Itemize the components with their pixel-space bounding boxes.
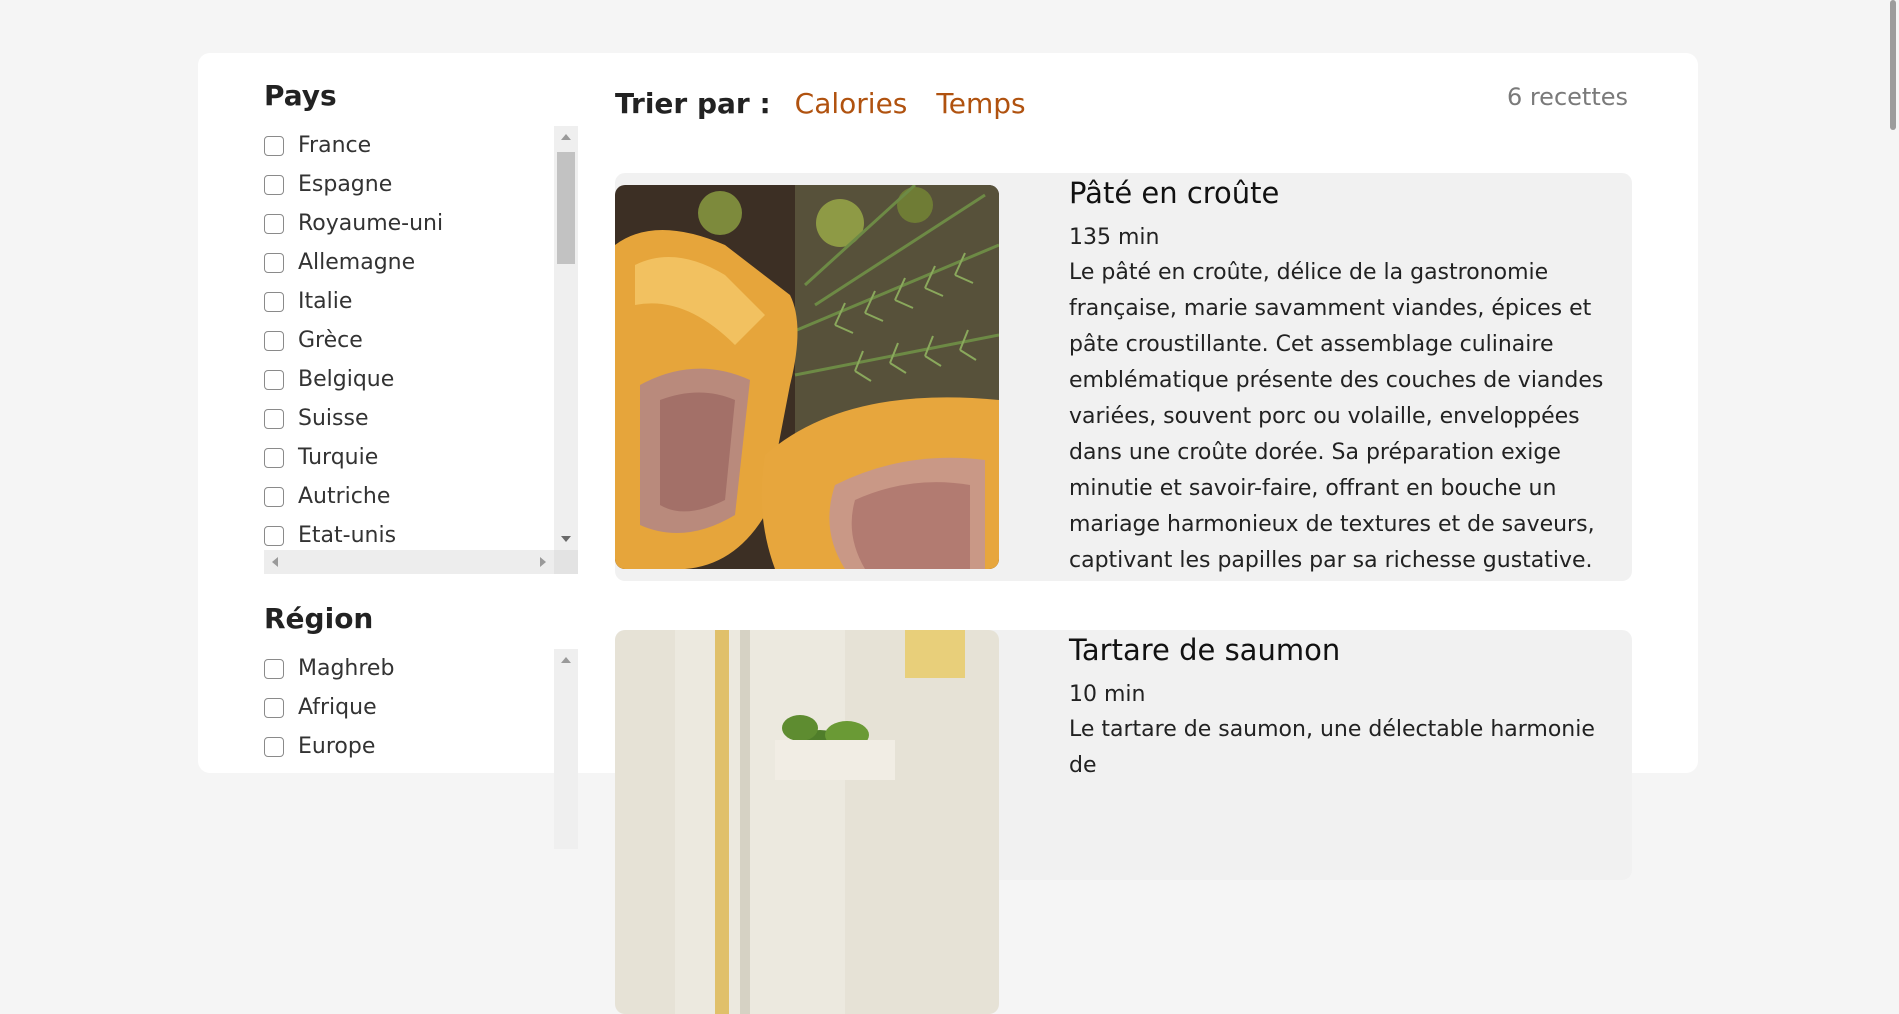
filter-item-maghreb[interactable]: Maghreb: [264, 649, 554, 688]
scroll-thumb[interactable]: [557, 152, 575, 264]
recipe-count: 6 recettes: [1506, 83, 1628, 111]
scroll-left-icon[interactable]: [272, 557, 278, 567]
recipe-image-tartare-de-saumon[interactable]: [615, 630, 999, 1014]
checkbox[interactable]: [264, 291, 284, 312]
vertical-scrollbar[interactable]: [554, 649, 578, 849]
filter-list-pays: France Espagne Royaume-uni Allemagne Ita…: [264, 126, 554, 550]
checkbox[interactable]: [264, 252, 284, 273]
checkbox[interactable]: [264, 213, 284, 234]
filter-label: Etat-unis: [298, 523, 397, 548]
scroll-up-icon[interactable]: [561, 657, 571, 663]
checkbox[interactable]: [264, 408, 284, 429]
checkbox[interactable]: [264, 174, 284, 195]
filter-item-afrique[interactable]: Afrique: [264, 688, 554, 727]
filter-item-belgique[interactable]: Belgique: [264, 360, 554, 399]
recipe-image-pate-en-croute[interactable]: [615, 185, 999, 569]
filter-label: Belgique: [298, 367, 395, 392]
recipe-card[interactable]: Pâté en croûte 135 min Le pâté en croûte…: [615, 173, 1632, 581]
recipe-description: Le tartare de saumon, une délectable har…: [1069, 717, 1595, 778]
recipe-card[interactable]: Tartare de saumon 10 min Le tartare de s…: [615, 630, 1632, 1014]
tartare-de-saumon-illustration: [615, 630, 999, 1014]
filter-item-turquie[interactable]: Turquie: [264, 438, 554, 477]
vertical-scrollbar[interactable]: [554, 126, 578, 550]
filter-item-italie[interactable]: Italie: [264, 282, 554, 321]
sort-temps-link[interactable]: Temps: [936, 87, 1025, 120]
checkbox[interactable]: [264, 658, 284, 679]
recipe-title[interactable]: Pâté en croûte: [1069, 173, 1617, 213]
filter-label: Turquie: [298, 445, 379, 470]
filter-item-allemagne[interactable]: Allemagne: [264, 243, 554, 282]
filter-list-region: Maghreb Afrique Europe: [264, 649, 554, 849]
scroll-right-icon[interactable]: [540, 557, 546, 567]
filter-label: Suisse: [298, 406, 369, 431]
filter-label: Espagne: [298, 172, 393, 197]
filter-item-france[interactable]: France: [264, 126, 554, 165]
filter-title-region: Région: [264, 602, 374, 635]
checkbox[interactable]: [264, 447, 284, 468]
scroll-down-icon[interactable]: [561, 536, 571, 542]
filter-label: France: [298, 133, 372, 158]
filter-label: Autriche: [298, 484, 391, 509]
filter-label: Italie: [298, 289, 353, 314]
filter-label: Grèce: [298, 328, 363, 353]
filter-box-pays: France Espagne Royaume-uni Allemagne Ita…: [264, 126, 578, 574]
checkbox[interactable]: [264, 135, 284, 156]
filter-box-region: Maghreb Afrique Europe: [264, 649, 578, 849]
recipe-time: 135 min: [1069, 225, 1160, 250]
checkbox[interactable]: [264, 736, 284, 757]
recipe-title[interactable]: Tartare de saumon: [1069, 630, 1617, 670]
filter-item-royaume-uni[interactable]: Royaume-uni: [264, 204, 554, 243]
filter-label: Maghreb: [298, 656, 395, 681]
filter-item-grece[interactable]: Grèce: [264, 321, 554, 360]
filter-label: Europe: [298, 734, 376, 759]
sort-label: Trier par :: [615, 86, 771, 120]
checkbox[interactable]: [264, 330, 284, 351]
scroll-up-icon[interactable]: [561, 134, 571, 140]
filter-label: Royaume-uni: [298, 211, 444, 236]
checkbox[interactable]: [264, 486, 284, 507]
filter-item-suisse[interactable]: Suisse: [264, 399, 554, 438]
page-scroll-thumb[interactable]: [1890, 0, 1896, 130]
checkbox[interactable]: [264, 525, 284, 546]
filter-item-etat-unis[interactable]: Etat-unis: [264, 516, 554, 550]
pate-en-croute-illustration: [615, 185, 999, 569]
sort-calories-link[interactable]: Calories: [795, 87, 908, 120]
recipe-description: Le pâté en croûte, délice de la gastrono…: [1069, 260, 1604, 573]
filter-item-espagne[interactable]: Espagne: [264, 165, 554, 204]
recipe-body: Tartare de saumon 10 min Le tartare de s…: [1069, 630, 1617, 784]
recipe-time: 10 min: [1069, 682, 1146, 707]
page-scrollbar[interactable]: [1887, 0, 1899, 748]
scrollbar-corner: [554, 550, 578, 574]
checkbox[interactable]: [264, 369, 284, 390]
horizontal-scrollbar[interactable]: [264, 550, 554, 574]
main-card: Pays France Espagne Royaume-uni Allemagn…: [198, 53, 1698, 1014]
sort-bar: Trier par : Calories Temps: [615, 81, 1055, 125]
filter-title-pays: Pays: [264, 79, 337, 112]
filter-label: Afrique: [298, 695, 377, 720]
checkbox[interactable]: [264, 697, 284, 718]
filter-item-europe[interactable]: Europe: [264, 727, 554, 766]
filter-label: Allemagne: [298, 250, 416, 275]
recipe-body: Pâté en croûte 135 min Le pâté en croûte…: [1069, 173, 1617, 579]
filter-item-autriche[interactable]: Autriche: [264, 477, 554, 516]
